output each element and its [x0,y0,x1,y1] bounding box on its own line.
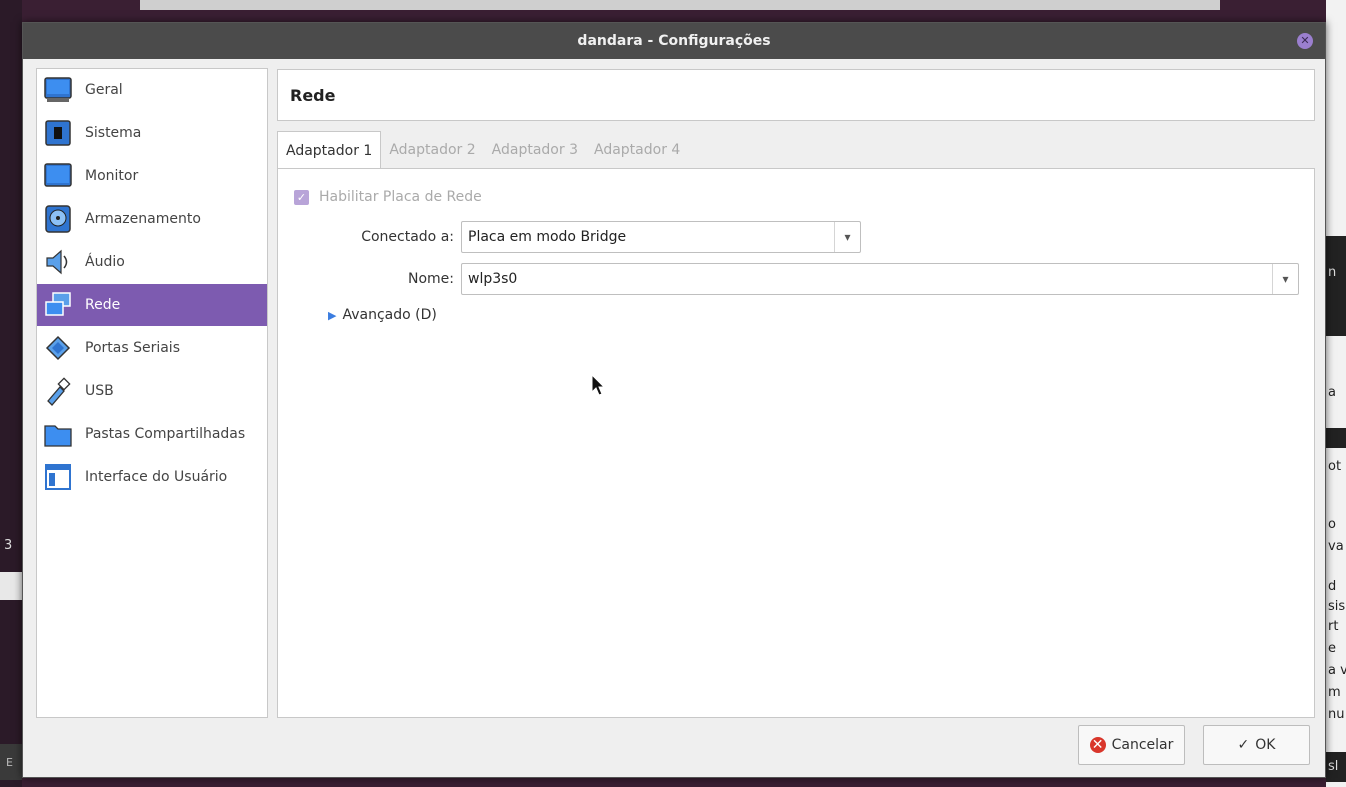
sidebar-item-label: Geral [85,82,123,98]
name-label: Nome: [407,271,454,287]
close-icon: ✕ [1300,34,1310,47]
tab-adaptador-3[interactable]: Adaptador 3 [484,131,586,169]
background-panel [0,572,22,600]
background-text-fragment: a v [1328,663,1346,678]
sidebar-item-label: Rede [85,297,121,313]
enable-network-label: Habilitar Placa de Rede [319,189,482,205]
advanced-label: Avançado (D) [342,307,437,323]
sidebar-item-interface-do-usuario[interactable]: Interface do Usuário [37,456,267,498]
interface-name-select[interactable]: wlp3s0 ▾ [461,263,1299,295]
background-text-fragment: nu [1328,707,1345,722]
connected-to-select[interactable]: Placa em modo Bridge ▾ [461,221,861,253]
tab-adaptador-4[interactable]: Adaptador 4 [586,131,688,169]
background-text-fragment: rt [1328,619,1339,634]
background-text-fragment: n [1328,265,1337,280]
chevron-down-icon: ▾ [834,222,860,252]
network-icon [41,288,75,322]
background-text-fragment: 3 [4,538,13,553]
connected-to-value: Placa em modo Bridge [468,229,627,245]
background-panel: E [0,744,22,780]
folder-icon [41,417,75,451]
sidebar-item-rede[interactable]: Rede [37,284,267,326]
display-icon [41,159,75,193]
chevron-down-icon: ▾ [1272,264,1298,294]
background-text-fragment: va [1328,539,1344,554]
sidebar-item-monitor[interactable]: Monitor [37,155,267,197]
settings-dialog: dandara - Configurações ✕ Geral Sistema … [22,22,1326,778]
background-window-top [140,0,1220,10]
background-dark-area [1326,428,1346,448]
close-button[interactable]: ✕ [1297,33,1313,49]
sidebar-item-label: Pastas Compartilhadas [85,426,246,442]
background-dark-area [1326,236,1346,336]
mouse-cursor-icon [591,374,606,396]
window-interface-icon [41,460,75,494]
sidebar-item-portas-seriais[interactable]: Portas Seriais [37,327,267,369]
disk-icon [41,202,75,236]
background-text-fragment: sl [1328,759,1339,774]
check-icon: ✓ [1237,737,1250,753]
monitor-general-icon [41,73,75,107]
sidebar-item-label: Monitor [85,168,139,184]
ok-button[interactable]: ✓ OK [1203,725,1310,765]
background-window-right: n a ot o va d sis rt e a v m nu sl [1326,0,1346,787]
desktop-background-left: 3 E [0,0,22,787]
enable-network-checkbox[interactable]: ✓ [294,189,309,205]
background-text-fragment: ot [1328,459,1342,474]
sidebar-item-usb[interactable]: USB [37,370,267,412]
background-text-fragment: E [6,756,13,769]
window-title: dandara - Configurações [577,33,771,49]
sidebar-item-sistema[interactable]: Sistema [37,112,267,154]
sidebar-item-audio[interactable]: Áudio [37,241,267,283]
background-text-fragment: a [1328,385,1336,400]
background-text-fragment: sis [1328,599,1346,614]
usb-icon [41,374,75,408]
enable-network-checkbox-row[interactable]: ✓ Habilitar Placa de Rede [294,189,482,205]
tab-adaptador-2[interactable]: Adaptador 2 [381,131,483,169]
sidebar-item-pastas-compartilhadas[interactable]: Pastas Compartilhadas [37,413,267,455]
sidebar-item-label: USB [85,383,114,399]
connected-to-label: Conectado a: [361,229,454,245]
sidebar-item-geral[interactable]: Geral [37,69,267,111]
background-text-fragment: d [1328,579,1337,594]
tab-adaptador-1[interactable]: Adaptador 1 [277,131,382,169]
cancel-button[interactable]: ✕ Cancelar [1078,725,1185,765]
background-text-fragment: o [1328,517,1336,532]
sidebar-item-label: Áudio [85,254,125,270]
adapter-panel: ✓ Habilitar Placa de Rede Conectado a: P… [277,168,1315,718]
background-text-fragment: e [1328,641,1336,656]
sidebar-item-armazenamento[interactable]: Armazenamento [37,198,267,240]
expand-triangle-icon: ▶ [328,308,337,322]
sidebar-item-label: Interface do Usuário [85,469,228,485]
serial-port-icon [41,331,75,365]
advanced-toggle[interactable]: ▶ Avançado (D) [328,307,437,323]
chip-icon [41,116,75,150]
interface-name-value: wlp3s0 [468,271,518,287]
cancel-button-label: Cancelar [1111,737,1174,753]
background-text-fragment: m [1328,685,1341,700]
adapter-tabs: Adaptador 1 Adaptador 2 Adaptador 3 Adap… [277,131,688,169]
cancel-icon: ✕ [1089,737,1106,753]
sidebar-item-label: Sistema [85,125,142,141]
window-titlebar[interactable]: dandara - Configurações ✕ [23,23,1325,59]
speaker-icon [41,245,75,279]
ok-button-label: OK [1255,737,1276,753]
page-title: Rede [277,69,1315,121]
sidebar-item-label: Armazenamento [85,211,201,227]
sidebar-item-label: Portas Seriais [85,340,180,356]
settings-sidebar: Geral Sistema Monitor Armazenamento Áudi… [36,68,268,718]
